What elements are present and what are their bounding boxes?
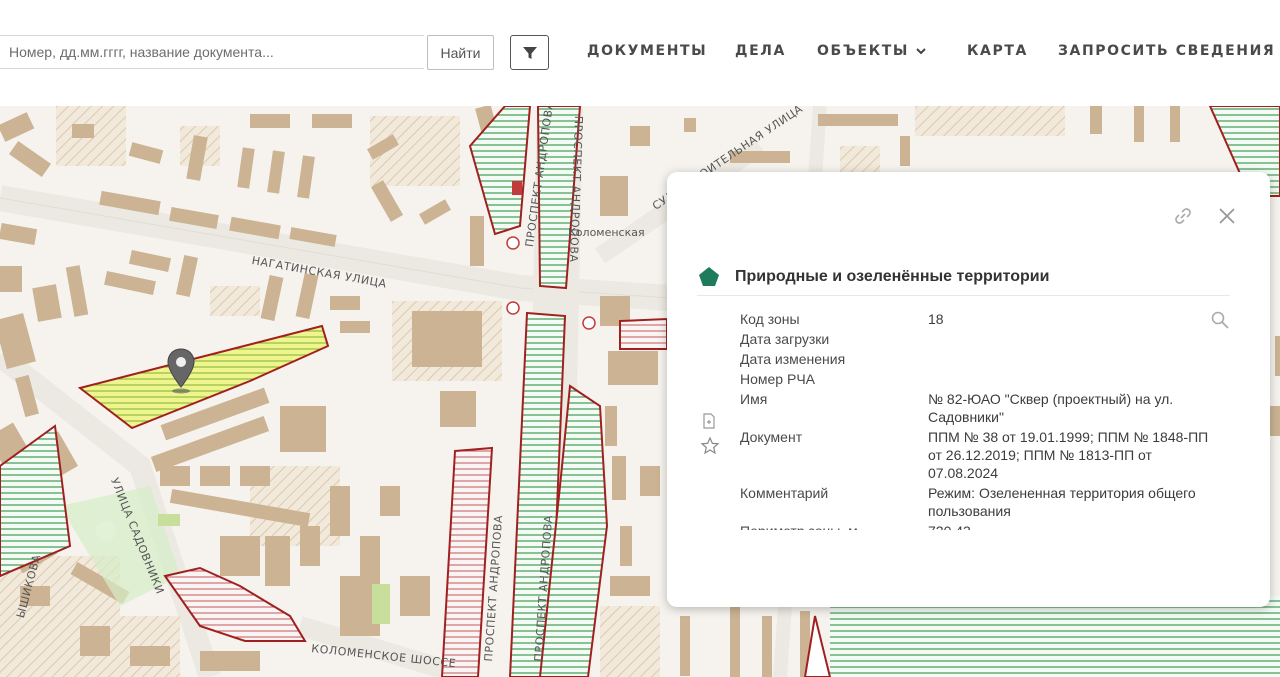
attr-key: Дата загрузки (740, 331, 830, 347)
attr-row-change-date: Дата изменения (740, 350, 1210, 368)
attr-value: № 82-ЮАО "Сквер (проектный) на ул. Садов… (928, 391, 1174, 425)
attribute-list: Код зоны 18 Дата загрузки Дата изменения… (740, 310, 1210, 530)
attr-row-comment: Комментарий Режим: Озелененная территори… (740, 484, 1210, 520)
attr-value (928, 370, 1210, 388)
nav-map[interactable]: КАРТА (967, 43, 1028, 59)
attr-row-rcha-number: Номер РЧА (740, 370, 1210, 388)
attr-key: Имя (740, 391, 768, 407)
nav-cases[interactable]: ДЕЛА (735, 43, 786, 59)
star-icon[interactable] (700, 436, 720, 456)
attr-value: Режим: Озелененная территория общего пол… (928, 485, 1196, 519)
nav-documents[interactable]: ДОКУМЕНТЫ (587, 43, 707, 59)
metro-label-kolomenskaya: Коломенская (568, 226, 645, 239)
attr-value: 720.43 (928, 522, 1210, 530)
attr-row-perimeter: Периметр зоны, м 720.43 (740, 522, 1210, 530)
map-marker-icon[interactable] (166, 347, 196, 400)
object-info-panel: Природные и озеленённые территории Код з… (667, 172, 1270, 607)
attr-key: Дата изменения (740, 351, 846, 367)
attr-row-upload-date: Дата загрузки (740, 330, 1210, 348)
attr-row-zone-code: Код зоны 18 (740, 310, 1210, 328)
attr-value: ППМ № 38 от 19.01.1999; ППМ № 1848-ПП от… (928, 429, 1209, 481)
close-icon[interactable] (1216, 205, 1238, 227)
attr-key: Номер РЧА (740, 371, 815, 387)
zone-pentagon-icon (699, 267, 719, 286)
attr-row-name: Имя № 82-ЮАО "Сквер (проектный) на ул. С… (740, 390, 1210, 426)
search-input[interactable] (0, 35, 424, 69)
attr-key: Комментарий (740, 485, 829, 501)
zoom-icon[interactable] (1210, 310, 1230, 330)
find-button[interactable]: Найти (427, 35, 494, 70)
nav-objects-label: ОБЪЕКТЫ (817, 43, 909, 59)
attr-value (928, 350, 1210, 368)
filter-icon (522, 46, 537, 59)
attr-row-document: Документ ППМ № 38 от 19.01.1999; ППМ № 1… (740, 428, 1210, 482)
link-icon[interactable] (1172, 205, 1194, 227)
attr-key: Код зоны (740, 311, 800, 327)
panel-divider (697, 295, 1230, 296)
attr-value: 18 (928, 311, 944, 327)
filter-button[interactable] (510, 35, 549, 70)
attr-key: Документ (740, 429, 803, 445)
chevron-down-icon (916, 48, 926, 55)
top-bar: Найти ДОКУМЕНТЫ ДЕЛА ОБЪЕКТЫ КАРТА ЗАПРО… (0, 0, 1280, 106)
document-icon[interactable] (702, 413, 716, 429)
nav-objects[interactable]: ОБЪЕКТЫ (817, 43, 927, 59)
attr-key: Периметр зоны, м (740, 522, 928, 530)
panel-title: Природные и озеленённые территории (735, 268, 1050, 285)
attr-value (928, 330, 1210, 348)
nav-request-info[interactable]: ЗАПРОСИТЬ СВЕДЕНИЯ (1058, 43, 1275, 59)
